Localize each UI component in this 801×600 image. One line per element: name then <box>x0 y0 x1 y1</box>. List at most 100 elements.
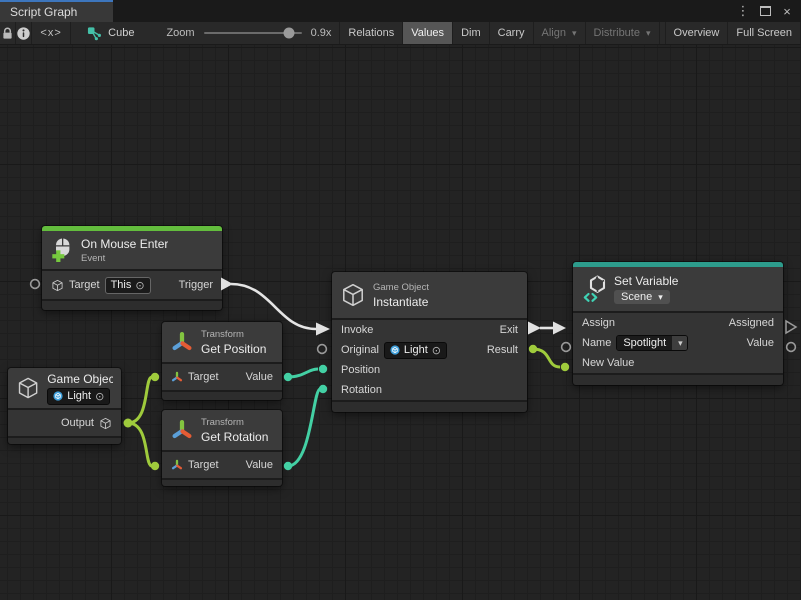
code-preview-button[interactable]: <x> <box>32 22 71 44</box>
transform-icon <box>170 330 194 354</box>
node-footer <box>332 402 527 412</box>
port-invoke-input[interactable] <box>316 323 330 336</box>
kebab-menu-icon[interactable]: ⋮ <box>735 3 751 19</box>
value-label: Value <box>246 459 273 471</box>
align-dropdown[interactable]: Align ▾ <box>534 22 586 44</box>
graph-breadcrumb[interactable]: Cube <box>71 22 144 44</box>
node-category: Transform <box>201 417 268 428</box>
assigned-label: Assigned <box>729 317 774 329</box>
zoom-slider-handle[interactable] <box>283 28 294 39</box>
port-assign-input[interactable] <box>553 322 566 335</box>
close-icon[interactable]: × <box>779 3 795 19</box>
node-title: Get Position <box>201 342 266 356</box>
port-getrotation-target[interactable] <box>151 462 159 470</box>
info-button[interactable] <box>16 22 32 44</box>
wire-getrotation-to-rotation[interactable] <box>288 389 320 466</box>
node-game-object-literal[interactable]: Game Object Light ⊙ Output <box>8 368 121 444</box>
variable-name-field[interactable]: Spotlight ▾ <box>616 335 687 351</box>
port-name-input[interactable] <box>562 343 571 352</box>
overview-button[interactable]: Overview <box>665 22 729 44</box>
game-object-value-field[interactable]: Light ⊙ <box>47 388 110 405</box>
target-label: Target <box>69 279 100 291</box>
node-get-position[interactable]: Transform Get Position Target Value <box>162 322 282 400</box>
wire-output-to-getrotation-target[interactable] <box>128 423 152 466</box>
chevron-down-icon: ▾ <box>572 28 577 39</box>
node-category: Game Object <box>373 282 429 293</box>
maximize-icon[interactable] <box>757 3 773 19</box>
node-title: Get Rotation <box>201 430 268 444</box>
target-value-field[interactable]: This ⊙ <box>105 277 151 294</box>
value-label: Value <box>246 371 273 383</box>
original-value-field[interactable]: Light ⊙ <box>384 342 447 359</box>
port-getposition-target[interactable] <box>151 373 159 381</box>
node-on-mouse-enter[interactable]: On Mouse Enter Event Target This ⊙ Trigg… <box>42 226 222 310</box>
lock-icon <box>0 26 15 41</box>
graph-canvas[interactable]: On Mouse Enter Event Target This ⊙ Trigg… <box>0 45 801 600</box>
object-picker-icon[interactable]: ⊙ <box>135 279 144 292</box>
info-icon <box>16 26 31 41</box>
window-controls: ⋮ × <box>735 0 801 22</box>
port-newvalue-input[interactable] <box>561 363 569 371</box>
position-label: Position <box>341 364 380 376</box>
distribute-dropdown[interactable]: Distribute ▾ <box>586 22 660 44</box>
port-assigned-output[interactable] <box>786 321 796 333</box>
target-label: Target <box>188 459 219 471</box>
graph-icon <box>87 26 102 41</box>
port-onmouseenter-target[interactable] <box>31 280 40 289</box>
unity-object-icon <box>390 345 400 355</box>
port-original-input[interactable] <box>318 345 327 354</box>
node-footer <box>573 375 783 385</box>
node-set-variable[interactable]: Set Variable Scene ▾ Assign Assigned Nam… <box>573 262 783 385</box>
original-label: Original <box>341 344 379 356</box>
trigger-label: Trigger <box>179 279 213 291</box>
invoke-label: Invoke <box>341 324 373 336</box>
game-object-icon <box>51 279 64 292</box>
zoom-slider[interactable] <box>204 32 302 34</box>
port-value-output[interactable] <box>787 343 796 352</box>
transform-icon <box>170 418 194 442</box>
variable-scope-dropdown[interactable]: Scene ▾ <box>614 290 670 304</box>
rotation-label: Rotation <box>341 384 382 396</box>
port-rotation-input[interactable] <box>319 385 327 393</box>
unity-variable-icon <box>581 275 607 303</box>
dim-button[interactable]: Dim <box>453 22 490 44</box>
node-title: Instantiate <box>373 295 429 309</box>
object-picker-icon[interactable]: ⊙ <box>432 344 441 357</box>
exit-label: Exit <box>500 324 518 336</box>
node-title: Game Object <box>47 372 113 386</box>
graph-toolbar: <x> Cube Zoom 0.9x Relations Values Dim … <box>0 22 801 45</box>
port-getrotation-value[interactable] <box>284 462 292 470</box>
tab-title: Script Graph <box>10 5 77 19</box>
wire-getposition-to-position[interactable] <box>288 369 318 377</box>
wire-result-to-newvalue[interactable] <box>533 349 560 367</box>
object-picker-icon[interactable]: ⊙ <box>95 390 104 403</box>
lock-button[interactable] <box>0 22 16 44</box>
tab-script-graph[interactable]: Script Graph <box>0 0 113 22</box>
port-exit-output[interactable] <box>528 322 541 335</box>
carry-button[interactable]: Carry <box>490 22 534 44</box>
node-instantiate[interactable]: Game Object Instantiate Invoke Exit Orig… <box>332 272 527 412</box>
transform-icon <box>171 371 183 383</box>
zoom-control: Zoom 0.9x <box>144 22 340 44</box>
port-gameobject-output[interactable] <box>124 419 133 428</box>
values-button[interactable]: Values <box>403 22 453 44</box>
graph-name: Cube <box>108 27 134 39</box>
title-bar: Script Graph ⋮ × <box>0 0 801 22</box>
wire-output-to-getposition-target[interactable] <box>128 377 152 423</box>
mouse-enter-icon <box>50 238 74 262</box>
output-label: Output <box>61 417 94 429</box>
unity-script-graph-window: { "window": { "tab_title": "Script Graph… <box>0 0 801 600</box>
node-footer <box>162 480 282 486</box>
node-footer <box>162 392 282 400</box>
port-trigger-output[interactable] <box>221 278 233 291</box>
node-footer <box>42 301 222 310</box>
zoom-label: Zoom <box>166 27 194 39</box>
full-screen-button[interactable]: Full Screen <box>728 22 801 44</box>
relations-button[interactable]: Relations <box>340 22 403 44</box>
node-get-rotation[interactable]: Transform Get Rotation Target Value <box>162 410 282 486</box>
port-getposition-value[interactable] <box>284 373 292 381</box>
chevron-down-icon[interactable]: ▾ <box>672 336 687 350</box>
port-result-output[interactable] <box>529 345 537 353</box>
game-object-icon <box>16 375 40 401</box>
port-position-input[interactable] <box>319 365 327 373</box>
